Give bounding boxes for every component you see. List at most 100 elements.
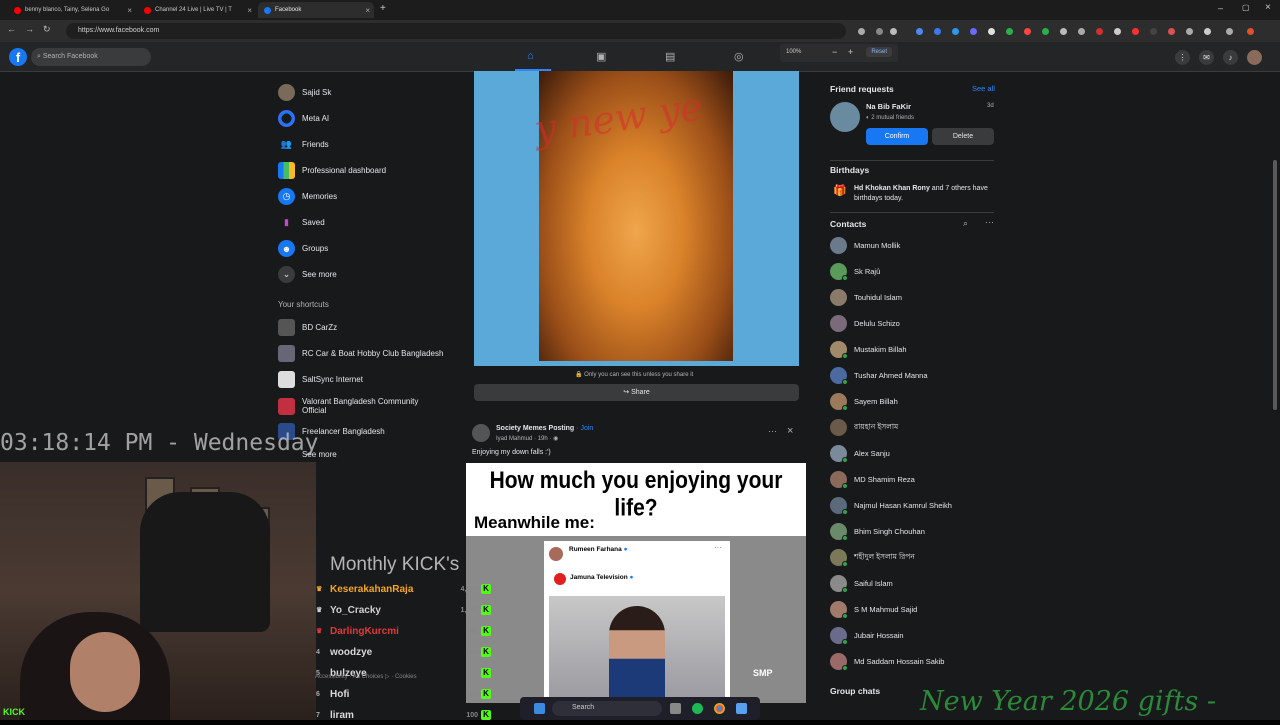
- gaming-icon[interactable]: ◎: [734, 50, 744, 63]
- extension-icon[interactable]: [952, 28, 959, 35]
- address-bar[interactable]: https://www.facebook.com: [66, 23, 846, 39]
- browser-tab[interactable]: Channel 24 Live | Live TV | T ×: [138, 2, 256, 18]
- sidebar-item-groups[interactable]: ☻ Groups: [278, 240, 328, 257]
- request-name[interactable]: Na Bib FaKir: [866, 102, 911, 111]
- extension-icon[interactable]: [988, 28, 995, 35]
- extension-icon[interactable]: [1006, 28, 1013, 35]
- menu-grid-icon[interactable]: ⋮: [1175, 50, 1190, 65]
- sidebar-item-memories[interactable]: ◷ Memories: [278, 188, 337, 205]
- contact-item[interactable]: Delulu Schizo: [830, 315, 900, 332]
- confirm-button[interactable]: Confirm: [866, 128, 928, 145]
- profile-avatar[interactable]: [1247, 50, 1262, 65]
- contact-item[interactable]: Mustakim Billah: [830, 341, 907, 359]
- contact-item[interactable]: রায়হান ইসলাম: [830, 419, 898, 436]
- star-icon[interactable]: [890, 28, 897, 35]
- sidebar-item-profile[interactable]: Sajid Sk: [278, 84, 331, 101]
- chrome-menu-icon[interactable]: [1247, 28, 1254, 35]
- shortcut-item[interactable]: Valorant Bangladesh Community Official: [278, 397, 428, 415]
- notifications-icon[interactable]: ♪: [1223, 50, 1238, 65]
- join-link[interactable]: · Join: [576, 425, 593, 432]
- browser-tab-active[interactable]: Facebook ×: [258, 2, 374, 18]
- search-icon[interactable]: ⌕: [963, 218, 968, 229]
- see-all-link[interactable]: See all: [972, 84, 995, 93]
- chrome-icon[interactable]: [714, 703, 725, 714]
- zoom-icon[interactable]: [876, 28, 883, 35]
- extension-icon[interactable]: [1150, 28, 1157, 35]
- sidebar-see-more[interactable]: ⌄ See more: [278, 266, 337, 283]
- extension-icon[interactable]: [970, 28, 977, 35]
- taskbar-search[interactable]: Search: [552, 701, 662, 716]
- sidebar-item-friends[interactable]: 👥 Friends: [278, 136, 329, 153]
- minimize-icon[interactable]: –: [1218, 3, 1223, 13]
- meme-image[interactable]: How much you enjoying your life? Meanwhi…: [466, 463, 806, 703]
- windows-start-icon[interactable]: [534, 703, 545, 714]
- contact-item[interactable]: Alex Sanju: [830, 445, 890, 463]
- extension-icon[interactable]: [1096, 28, 1103, 35]
- close-icon[interactable]: ×: [127, 6, 132, 15]
- profile-icon[interactable]: [1226, 28, 1233, 35]
- extension-icon[interactable]: [1024, 28, 1031, 35]
- contact-item[interactable]: MD Shamim Reza: [830, 471, 915, 489]
- contact-item[interactable]: S M Mahmud Sajid: [830, 601, 917, 619]
- app-icon[interactable]: [736, 703, 747, 714]
- more-options-icon[interactable]: ···: [768, 426, 777, 436]
- contact-item[interactable]: Mamun Mollik: [830, 237, 900, 254]
- contact-item[interactable]: Najmul Hasan Kamrul Sheikh: [830, 497, 952, 515]
- contact-item[interactable]: Sayem Billah: [830, 393, 898, 411]
- post-time[interactable]: 19h: [538, 436, 548, 442]
- more-options-icon[interactable]: ···: [985, 217, 994, 227]
- browser-tab[interactable]: benny blanco, Tainy, Selena Go ×: [8, 2, 136, 18]
- contact-item[interactable]: Saiful Islam: [830, 575, 893, 593]
- sidebar-item-meta-ai[interactable]: Meta AI: [278, 110, 329, 127]
- cast-icon[interactable]: [858, 28, 865, 35]
- contact-item[interactable]: Tushar Ahmed Manna: [830, 367, 928, 385]
- group-avatar[interactable]: [472, 424, 490, 442]
- zoom-in-button[interactable]: +: [848, 47, 853, 57]
- shortcut-item[interactable]: RC Car & Boat Hobby Club Bangladesh: [278, 345, 443, 362]
- contact-item[interactable]: Md Saddam Hossain Sakib: [830, 653, 944, 671]
- delete-button[interactable]: Delete: [932, 128, 994, 145]
- extension-icon[interactable]: [1168, 28, 1175, 35]
- share-button[interactable]: ↪ Share: [474, 384, 799, 401]
- avatar[interactable]: [830, 102, 860, 132]
- sidebar-item-saved[interactable]: ▮ Saved: [278, 214, 325, 231]
- post-group-name[interactable]: Society Memes Posting · Join: [496, 425, 593, 432]
- contact-item[interactable]: Sk Rajû: [830, 263, 880, 281]
- shortcut-item[interactable]: SaltSync Internet: [278, 371, 363, 388]
- zoom-reset-button[interactable]: Reset: [866, 47, 892, 57]
- close-icon[interactable]: ×: [365, 6, 370, 15]
- window-close-icon[interactable]: ×: [1265, 2, 1271, 13]
- reload-icon[interactable]: ↻: [43, 24, 51, 35]
- post-image[interactable]: y new ye: [474, 71, 799, 366]
- facebook-logo[interactable]: f: [9, 48, 27, 66]
- home-icon[interactable]: ⌂: [527, 50, 534, 62]
- back-icon[interactable]: ←: [7, 24, 16, 34]
- page-scrollbar[interactable]: [1273, 160, 1277, 410]
- new-tab-icon[interactable]: +: [380, 3, 386, 14]
- zoom-out-button[interactable]: −: [832, 47, 837, 57]
- author-name[interactable]: Iyad Mahmud: [496, 436, 532, 442]
- extension-icon[interactable]: [1042, 28, 1049, 35]
- contact-item[interactable]: Jubair Hossain: [830, 627, 904, 645]
- extension-icon[interactable]: [916, 28, 923, 35]
- close-icon[interactable]: ×: [247, 6, 252, 15]
- extension-icon[interactable]: [1078, 28, 1085, 35]
- extension-icon[interactable]: [1060, 28, 1067, 35]
- forward-icon[interactable]: →: [25, 24, 34, 34]
- contact-item[interactable]: Bhim Singh Chouhan: [830, 523, 925, 541]
- maximize-icon[interactable]: ▢: [1242, 3, 1250, 12]
- extension-icon[interactable]: [1114, 28, 1121, 35]
- contact-item[interactable]: Touhidul Islam: [830, 289, 902, 306]
- marketplace-icon[interactable]: ▤: [665, 50, 675, 63]
- extension-icon[interactable]: [934, 28, 941, 35]
- spotify-icon[interactable]: [692, 703, 703, 714]
- close-icon[interactable]: ×: [787, 425, 793, 437]
- search-facebook-input[interactable]: ⌕ Search Facebook: [31, 48, 151, 66]
- video-icon[interactable]: ▣: [596, 50, 606, 63]
- download-icon[interactable]: [1186, 28, 1193, 35]
- birthday-text[interactable]: Hd Khokan Khan Rony and 7 others have bi…: [854, 184, 996, 204]
- extension-icon[interactable]: [1132, 28, 1139, 35]
- task-view-icon[interactable]: [670, 703, 681, 714]
- contact-item[interactable]: শহীদুল ইসলাম রিপন: [830, 549, 915, 567]
- sidebar-item-professional-dashboard[interactable]: Professional dashboard: [278, 162, 386, 179]
